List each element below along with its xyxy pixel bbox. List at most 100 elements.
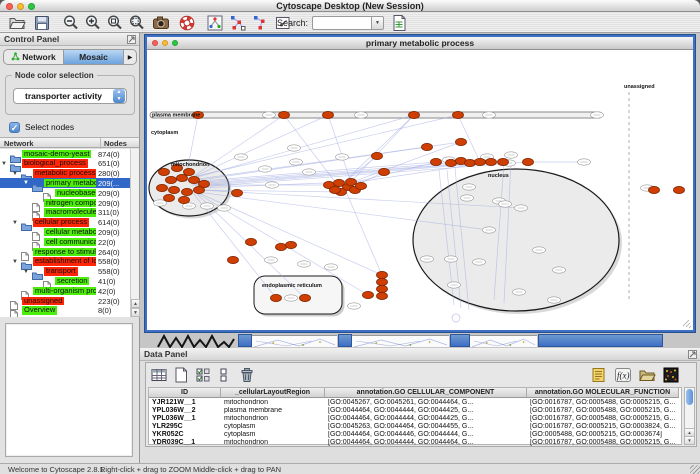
scroll-up-icon[interactable]: ▲ xyxy=(685,428,694,436)
table-row-YDR039C__1[interactable]: YDR039C__1mitochondrion[GO:0044464, GO:0… xyxy=(149,439,681,447)
delete-attribute-icon[interactable] xyxy=(238,366,256,384)
scrollbar-thumb[interactable] xyxy=(686,389,693,405)
expand-arrow-icon[interactable]: ▼ xyxy=(12,170,18,178)
scroll-down-icon[interactable]: ▼ xyxy=(131,308,140,317)
network-edge[interactable] xyxy=(185,115,284,182)
network-node-selected[interactable] xyxy=(194,186,205,193)
network-node-selected[interactable] xyxy=(271,294,282,301)
table-row-YPL036W__1[interactable]: YPL036W__1mitochondrion[GO:0044464, GO:0… xyxy=(149,415,681,423)
network-edge[interactable] xyxy=(192,190,382,275)
tree-row-cellular-metabol[interactable]: cellular metabol209(0) xyxy=(0,227,130,237)
tree-row-macromolecule[interactable]: macromolecule311(0) xyxy=(0,208,130,218)
layout-organic-icon[interactable] xyxy=(229,14,247,32)
background-window[interactable] xyxy=(252,335,337,347)
tree-row-metabolic-process[interactable]: ▼metabolic process280(0) xyxy=(0,169,130,179)
network-node-selected[interactable] xyxy=(157,184,168,191)
endoplasmic-reticulum-region[interactable] xyxy=(254,276,342,314)
tree-row-mosaic-demo-yeast[interactable]: mosaic-demo-yeast874(0) xyxy=(0,149,130,159)
network-node-selected[interactable] xyxy=(379,168,390,175)
zoom-in-icon[interactable] xyxy=(84,14,102,32)
overview-icon[interactable] xyxy=(206,14,224,32)
network-node-selected[interactable] xyxy=(276,243,287,250)
tree-row-overview[interactable]: Overview8(0) xyxy=(0,306,130,316)
tab-overflow-button[interactable]: ▶ xyxy=(124,50,136,64)
float-panel-icon[interactable] xyxy=(688,350,697,359)
tree-row-nitrogen-compou[interactable]: nitrogen compou209(0) xyxy=(0,198,130,208)
network-node-selected[interactable] xyxy=(475,158,486,165)
zoom-out-icon[interactable] xyxy=(62,14,80,32)
network-node-selected[interactable] xyxy=(279,111,290,118)
tree-row-multi-organism-pro[interactable]: multi-organism pro42(0) xyxy=(0,286,130,296)
column-header-3[interactable]: annotation.GO CELLULAR_COMPONENT xyxy=(325,388,527,398)
node-color-dropdown[interactable]: transporter activity ▲▼ xyxy=(13,88,127,104)
layout-circular-icon[interactable] xyxy=(252,14,270,32)
import-table-icon[interactable] xyxy=(390,14,408,32)
network-node-selected[interactable] xyxy=(182,188,193,195)
network-node-selected[interactable] xyxy=(323,111,334,118)
network-node-selected[interactable] xyxy=(159,168,170,175)
tree-row-secretion[interactable]: secretion41(0) xyxy=(0,276,130,286)
network-graph[interactable]: plasma membranecytoplasmmitochondrionnuc… xyxy=(147,50,693,330)
expand-arrow-icon[interactable]: ▼ xyxy=(12,258,18,266)
tree-scrollbar[interactable]: ▲ ▼ xyxy=(130,149,139,317)
network-node-selected[interactable] xyxy=(453,111,464,118)
network-window[interactable]: primary metabolic process plasma membran… xyxy=(145,35,695,332)
network-node-selected[interactable] xyxy=(356,182,367,189)
background-window-frame[interactable] xyxy=(538,334,663,347)
tab-mosaic[interactable]: Mosaic xyxy=(64,50,124,64)
tree-row-nucleobase-c[interactable]: nucleobase-c209(0) xyxy=(0,188,130,198)
scroll-up-icon[interactable]: ▲ xyxy=(131,299,140,308)
network-node-selected[interactable] xyxy=(456,138,467,145)
background-window-frame[interactable] xyxy=(338,334,352,347)
network-node-selected[interactable] xyxy=(189,176,200,183)
snapshot-icon[interactable] xyxy=(152,14,170,32)
import-attributes-icon[interactable] xyxy=(590,366,608,384)
tree-row-cellular-process[interactable]: ▼cellular process614(0) xyxy=(0,218,130,228)
network-node-selected[interactable] xyxy=(674,186,685,193)
function-builder-icon[interactable]: f(x) xyxy=(614,366,632,384)
network-node-selected[interactable] xyxy=(372,152,383,159)
network-node-selected[interactable] xyxy=(649,186,660,193)
tab-network[interactable]: Network xyxy=(4,50,64,64)
tree-row-primary-metabol[interactable]: ▼primary metabol209(... xyxy=(0,178,130,188)
scroll-down-icon[interactable]: ▼ xyxy=(685,436,694,444)
expand-arrow-icon[interactable]: ▼ xyxy=(1,160,7,168)
network-canvas[interactable]: plasma membranecytoplasmmitochondrionnuc… xyxy=(147,50,693,330)
network-node-selected[interactable] xyxy=(363,291,374,298)
background-window[interactable] xyxy=(470,335,537,347)
network-node-selected[interactable] xyxy=(346,178,357,185)
network-node-selected[interactable] xyxy=(184,168,195,175)
background-window[interactable] xyxy=(352,335,449,347)
network-node-selected[interactable] xyxy=(377,292,388,299)
float-panel-icon[interactable] xyxy=(127,35,136,44)
network-node-selected[interactable] xyxy=(179,196,190,203)
network-node-selected[interactable] xyxy=(422,143,433,150)
network-node-selected[interactable] xyxy=(523,158,534,165)
network-node-selected[interactable] xyxy=(286,241,297,248)
network-node-selected[interactable] xyxy=(169,186,180,193)
select-nodes-checkbox[interactable]: ✓ xyxy=(9,122,20,133)
open-file-icon[interactable] xyxy=(8,14,26,32)
attribute-grid-icon[interactable] xyxy=(150,366,168,384)
network-node-selected[interactable] xyxy=(166,176,177,183)
network-node-selected[interactable] xyxy=(330,186,341,193)
tree-row-establishment-of-lo[interactable]: ▼establishment of lo558(0) xyxy=(0,257,130,267)
select-attributes-icon[interactable] xyxy=(194,366,212,384)
tree-row-biological-process[interactable]: ▼biological_process651(0) xyxy=(0,159,130,169)
network-node-selected[interactable] xyxy=(246,238,257,245)
table-row-YJR121W__1[interactable]: YJR121W__1mitochondrion[GO:0045267, GO:0… xyxy=(149,399,681,407)
network-edge[interactable] xyxy=(191,163,451,183)
tree-row-cell-communicati[interactable]: cell communicati22(0) xyxy=(0,237,130,247)
column-header-1[interactable]: ID xyxy=(149,388,221,398)
background-window-frame[interactable] xyxy=(238,334,252,347)
table-row-YKR052C[interactable]: YKR052Ccytoplasm[GO:0044464, GO:0044446,… xyxy=(149,431,681,439)
network-node-selected[interactable] xyxy=(446,159,457,166)
table-row-YLR295C[interactable]: YLR295Ccytoplasm[GO:0045263, GO:0044464,… xyxy=(149,423,681,431)
network-window-titlebar[interactable]: primary metabolic process xyxy=(147,37,693,50)
attribute-matrix-icon[interactable] xyxy=(662,366,680,384)
network-node-selected[interactable] xyxy=(377,271,388,278)
network-node-selected[interactable] xyxy=(177,174,188,181)
background-window-frame[interactable] xyxy=(450,334,470,347)
zoom-selected-icon[interactable] xyxy=(128,14,146,32)
resize-grip-icon[interactable] xyxy=(690,465,700,474)
